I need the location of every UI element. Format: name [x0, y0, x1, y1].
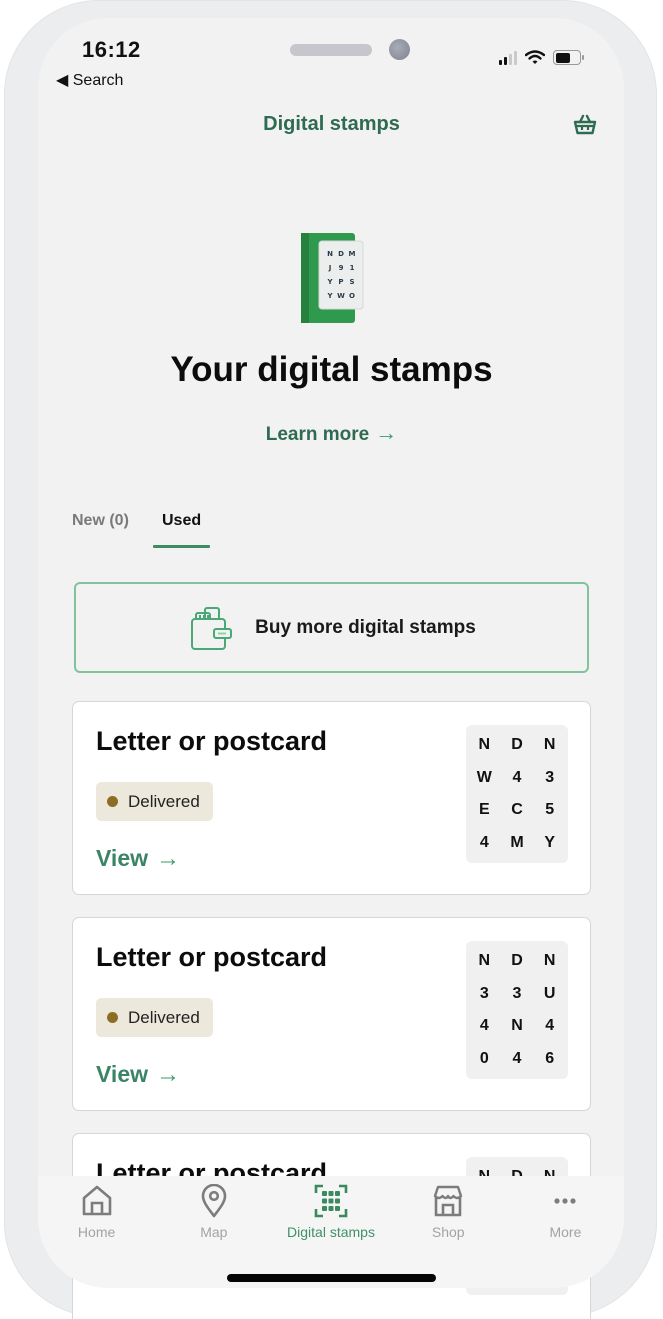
code-char: N: [511, 1017, 523, 1035]
view-stamp-link[interactable]: View →: [96, 1061, 180, 1089]
svg-text:M: M: [349, 250, 356, 258]
code-char: 4: [512, 1049, 522, 1067]
code-char: E: [478, 801, 490, 819]
svg-text:9: 9: [339, 264, 344, 272]
status-time: 16:12: [82, 37, 141, 62]
digital-stamps-icon: [314, 1184, 348, 1218]
code-char: 4: [479, 1017, 489, 1035]
code-char: D: [511, 736, 523, 754]
status-dot-icon: [107, 796, 118, 807]
tab-label: More: [549, 1224, 582, 1240]
tab-used[interactable]: Used: [162, 512, 201, 530]
code-char: N: [543, 952, 556, 970]
hero-title: Your digital stamps: [170, 350, 493, 389]
svg-text:D: D: [338, 250, 344, 258]
back-to-search-link[interactable]: ◀ Search: [56, 70, 123, 90]
wallet-stamps-icon: [191, 606, 233, 650]
code-char: 3: [479, 984, 489, 1002]
svg-text:S: S: [349, 278, 354, 286]
cellular-signal-icon: [499, 50, 517, 65]
bottom-tab-items: Home Map Digital stamps Shop More: [38, 1184, 624, 1240]
tab-new[interactable]: New (0): [72, 512, 129, 530]
code-char: N: [478, 736, 491, 754]
stamp-card[interactable]: Letter or postcard Delivered View → N D N…: [72, 917, 591, 1111]
code-char: N: [478, 952, 491, 970]
svg-text:Y: Y: [326, 278, 333, 286]
more-icon: [554, 1198, 577, 1204]
code-char: U: [543, 984, 556, 1002]
page-title: Digital stamps: [263, 113, 400, 135]
svg-text:P: P: [338, 278, 343, 286]
tab-more[interactable]: More: [507, 1184, 624, 1240]
code-char: 4: [479, 833, 489, 851]
status-badge: Delivered: [96, 998, 213, 1037]
tab-label: Shop: [431, 1224, 465, 1240]
tab-home[interactable]: Home: [38, 1184, 155, 1240]
status-dot-icon: [107, 1012, 118, 1023]
code-char: C: [511, 801, 523, 819]
code-char: 6: [545, 1049, 555, 1067]
learn-more-label: Learn more: [265, 424, 370, 445]
view-label: View: [96, 1061, 148, 1087]
svg-text:J: J: [328, 264, 332, 272]
stamp-code-grid: N D N W 4 3 E C 5 4 M Y: [466, 725, 568, 863]
status-label: Delivered: [128, 1007, 200, 1027]
stamp-card[interactable]: Letter or postcard Delivered View → N D N…: [72, 701, 591, 895]
buy-more-stamps-label: Buy more digital stamps: [255, 616, 476, 638]
arrow-right-icon: →: [375, 420, 398, 445]
buy-more-stamps-button[interactable]: Buy more digital stamps: [74, 582, 589, 673]
status-label: Delivered: [128, 791, 200, 811]
status-badge: Delivered: [96, 782, 213, 821]
code-char: 3: [545, 768, 555, 786]
front-camera: [389, 39, 410, 60]
svg-text:Y: Y: [326, 292, 333, 300]
shopping-basket-icon[interactable]: [573, 113, 597, 137]
learn-more-link[interactable]: Learn more →: [0, 420, 663, 446]
code-char: D: [511, 952, 523, 970]
tab-map[interactable]: Map: [155, 1184, 272, 1240]
home-indicator[interactable]: [227, 1274, 436, 1282]
svg-text:W: W: [337, 292, 345, 300]
code-char: 0: [479, 1049, 489, 1067]
tab-shop[interactable]: Shop: [390, 1184, 507, 1240]
status-icons: [499, 50, 584, 65]
svg-text:O: O: [349, 292, 355, 300]
code-char: Y: [544, 833, 555, 851]
map-pin-icon: [201, 1184, 227, 1218]
view-stamp-link[interactable]: View →: [96, 845, 180, 873]
view-label: View: [96, 845, 148, 871]
code-char: M: [510, 833, 524, 851]
battery-icon: [553, 50, 584, 65]
arrow-right-icon: →: [156, 845, 180, 872]
code-char: 3: [512, 984, 522, 1002]
code-char: W: [476, 768, 492, 786]
code-char: 4: [512, 768, 522, 786]
stamp-code-grid: N D N 3 3 U 4 N 4 0 4 6: [466, 941, 568, 1079]
svg-text:1: 1: [350, 264, 355, 272]
code-char: 4: [545, 1017, 555, 1035]
stamp-title: Letter or postcard: [96, 726, 328, 756]
code-char: N: [543, 736, 556, 754]
digital-stamp-illustration: NDM J91 YPS YWO: [301, 233, 364, 323]
speaker-pill: [290, 44, 372, 56]
stamp-title: Letter or postcard: [96, 942, 328, 972]
tab-label: Home: [77, 1224, 116, 1240]
tab-label: Digital stamps: [287, 1224, 375, 1240]
home-icon: [82, 1185, 111, 1216]
code-char: 5: [545, 801, 555, 819]
wifi-icon: [525, 50, 545, 64]
tab-digital-stamps[interactable]: Digital stamps: [272, 1184, 389, 1240]
active-tab-indicator: [153, 545, 210, 548]
arrow-right-icon: →: [156, 1061, 180, 1088]
tab-label: Map: [200, 1224, 228, 1240]
svg-text:N: N: [327, 250, 333, 258]
shop-icon: [434, 1185, 463, 1217]
